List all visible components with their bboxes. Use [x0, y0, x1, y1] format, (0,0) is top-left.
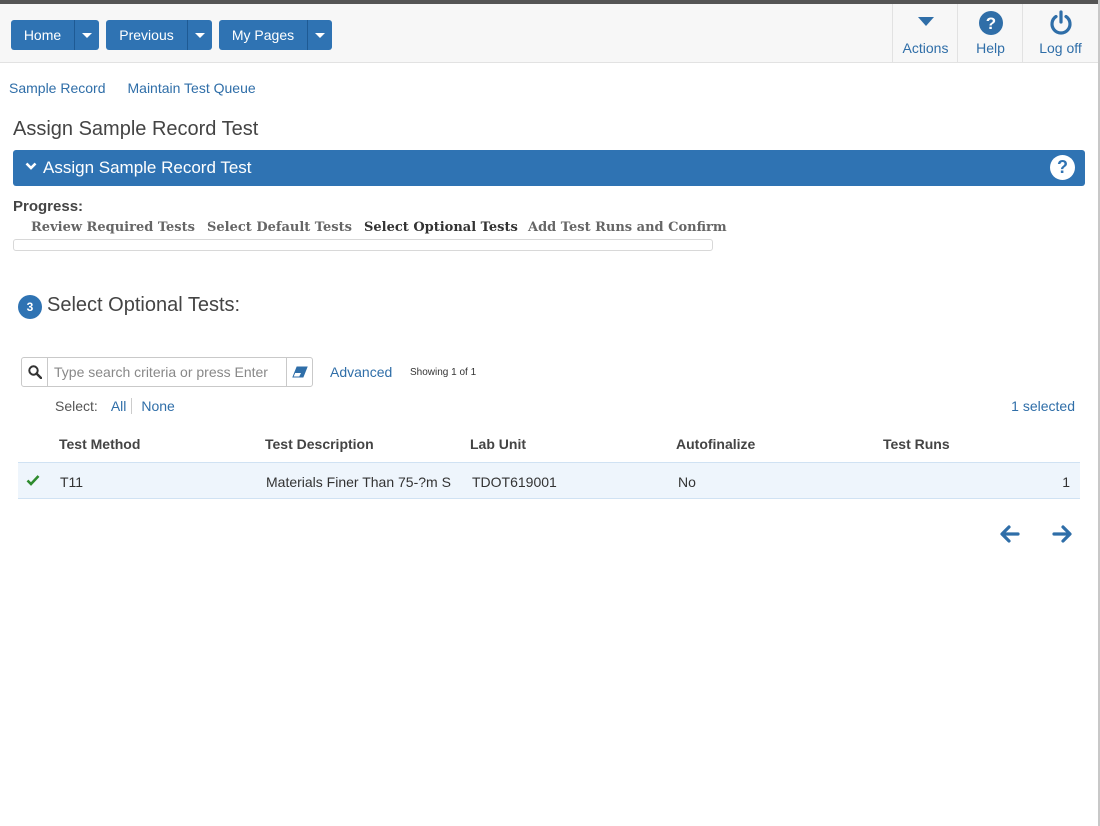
- check-icon: [26, 475, 40, 486]
- select-all-link[interactable]: All: [111, 398, 127, 414]
- search-icon: [27, 365, 42, 379]
- svg-text:?: ?: [985, 14, 995, 33]
- progress-label: Progress:: [13, 198, 84, 215]
- advanced-search-link[interactable]: Advanced: [330, 364, 392, 380]
- actions-menu[interactable]: Actions: [892, 4, 958, 63]
- clear-search-button[interactable]: [286, 358, 312, 386]
- my-pages-button[interactable]: My Pages: [219, 20, 308, 50]
- select-none-link[interactable]: None: [141, 398, 174, 414]
- step-select-default-tests: Select Default Tests: [207, 220, 352, 235]
- column-header-test-runs[interactable]: Test Runs: [883, 436, 950, 452]
- column-header-test-method[interactable]: Test Method: [59, 436, 140, 452]
- log-off-label: Log off: [1039, 40, 1082, 56]
- progress-bar: [13, 239, 713, 251]
- cell-lab-unit: TDOT619001: [472, 474, 557, 490]
- help-link[interactable]: ? Help: [957, 4, 1023, 63]
- page-title: Assign Sample Record Test: [13, 118, 259, 140]
- panel-help-icon[interactable]: ?: [1050, 155, 1075, 180]
- panel-title: Assign Sample Record Test: [43, 158, 252, 177]
- arrow-left-icon[interactable]: [999, 523, 1021, 545]
- select-label: Select:: [55, 398, 98, 414]
- previous-button[interactable]: Previous: [106, 20, 188, 50]
- previous-menu-caret[interactable]: [188, 20, 212, 50]
- actions-caret-icon: [917, 17, 934, 26]
- chevron-down-icon: [25, 162, 37, 170]
- caret-down-icon: [82, 32, 92, 38]
- column-header-lab-unit[interactable]: Lab Unit: [470, 436, 526, 452]
- caret-down-icon: [195, 32, 205, 38]
- arrow-right-icon[interactable]: [1051, 523, 1073, 545]
- breadcrumb-maintain-test-queue[interactable]: Maintain Test Queue: [128, 80, 256, 96]
- cell-autofinalize: No: [678, 474, 696, 490]
- my-pages-menu-caret[interactable]: [308, 20, 332, 50]
- caret-down-icon: [315, 32, 325, 38]
- log-off-link[interactable]: Log off: [1022, 4, 1098, 63]
- cell-test-description: Materials Finer Than 75-?m Sieve: [266, 474, 451, 490]
- search-input[interactable]: [49, 358, 286, 386]
- step-add-test-runs-and-confirm: Add Test Runs and Confirm: [528, 220, 727, 235]
- step-select-optional-tests: Select Optional Tests: [364, 220, 518, 235]
- mypages-split-button: My Pages: [219, 20, 332, 50]
- table-row[interactable]: T11 Materials Finer Than 75-?m Sieve TDO…: [18, 462, 1080, 499]
- select-controls: Select: All None: [55, 398, 175, 414]
- selected-count[interactable]: 1 selected: [1011, 398, 1075, 414]
- column-header-autofinalize[interactable]: Autofinalize: [676, 436, 755, 452]
- home-button[interactable]: Home: [11, 20, 75, 50]
- actions-label: Actions: [902, 40, 949, 56]
- search-button[interactable]: [22, 358, 48, 386]
- section-title: Select Optional Tests:: [47, 294, 241, 316]
- cell-test-method: T11: [60, 474, 84, 490]
- breadcrumb: Sample Record Maintain Test Queue: [9, 80, 278, 96]
- home-menu-caret[interactable]: [75, 20, 99, 50]
- step-number-badge: 3: [18, 295, 42, 319]
- question-circle-icon: ?: [978, 11, 1003, 35]
- home-split-button: Home: [11, 20, 99, 50]
- showing-count: Showing 1 of 1: [410, 367, 477, 378]
- step-review-required-tests: Review Required Tests: [31, 220, 195, 235]
- search-box: [21, 357, 313, 387]
- app-header: Home Previous My Pages Actions ? Help Lo…: [0, 4, 1098, 63]
- breadcrumb-sample-record[interactable]: Sample Record: [9, 80, 106, 96]
- panel-header[interactable]: Assign Sample Record Test ?: [13, 150, 1085, 186]
- help-label: Help: [976, 40, 1005, 56]
- power-icon: [1049, 10, 1072, 35]
- cell-test-runs: 1: [1062, 474, 1070, 490]
- previous-split-button: Previous: [106, 20, 212, 50]
- column-header-test-description[interactable]: Test Description: [265, 436, 374, 452]
- eraser-icon: [291, 366, 308, 378]
- select-divider: [131, 398, 133, 414]
